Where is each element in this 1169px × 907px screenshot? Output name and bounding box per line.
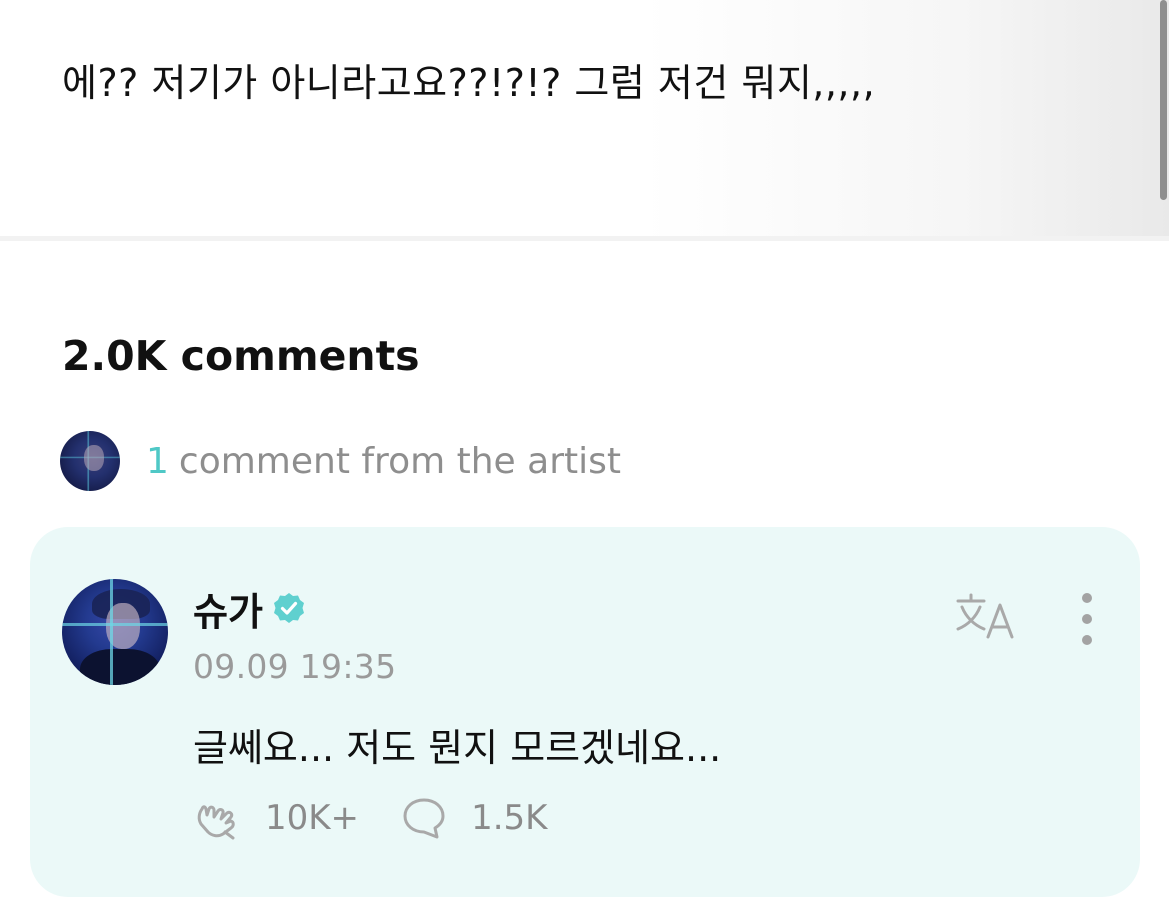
more-vertical-icon (1082, 593, 1092, 603)
more-options-button[interactable] (1070, 593, 1104, 645)
like-count: 10K+ (265, 798, 360, 838)
artist-avatar[interactable] (62, 579, 168, 685)
reply-count: 1.5K (471, 798, 548, 838)
comment-text: 글쎄요... 저도 뭔지 모르겠네요... (193, 726, 722, 770)
translate-button[interactable] (954, 591, 1018, 643)
comments-count: 2.0K comments (62, 332, 420, 380)
author-row: 슈가 (193, 581, 307, 636)
post-text: 에?? 저기가 아니라고요??!?!? 그럼 저건 뭐지,,,,, (62, 61, 876, 105)
reply-button[interactable]: 1.5K (399, 795, 547, 841)
verified-badge-icon (273, 592, 304, 623)
artist-comment-count: 1 (146, 440, 169, 482)
section-divider (0, 236, 1169, 241)
artist-avatar-small (60, 431, 120, 491)
applause-icon (197, 805, 235, 840)
translate-icon (956, 593, 1014, 639)
comment-actions: 10K+ 1.5K (193, 795, 547, 841)
author-name[interactable]: 슈가 (193, 581, 263, 636)
artist-comments-filter[interactable]: 1 comment from the artist (60, 430, 621, 492)
artist-comment-label: comment from the artist (178, 440, 621, 482)
scrollbar[interactable] (1160, 0, 1167, 200)
post-body: 에?? 저기가 아니라고요??!?!? 그럼 저건 뭐지,,,,, (0, 0, 1169, 236)
comment-timestamp: 09.09 19:35 (193, 647, 397, 686)
page: 에?? 저기가 아니라고요??!?!? 그럼 저건 뭐지,,,,, 2.0K c… (0, 0, 1169, 907)
artist-comment-card: 슈가 09.09 19:35 글쎄요... 저도 뭔지 모르겠네요... 10K… (30, 527, 1140, 897)
like-button[interactable]: 10K+ (193, 795, 359, 841)
speech-bubble-icon (403, 798, 445, 839)
